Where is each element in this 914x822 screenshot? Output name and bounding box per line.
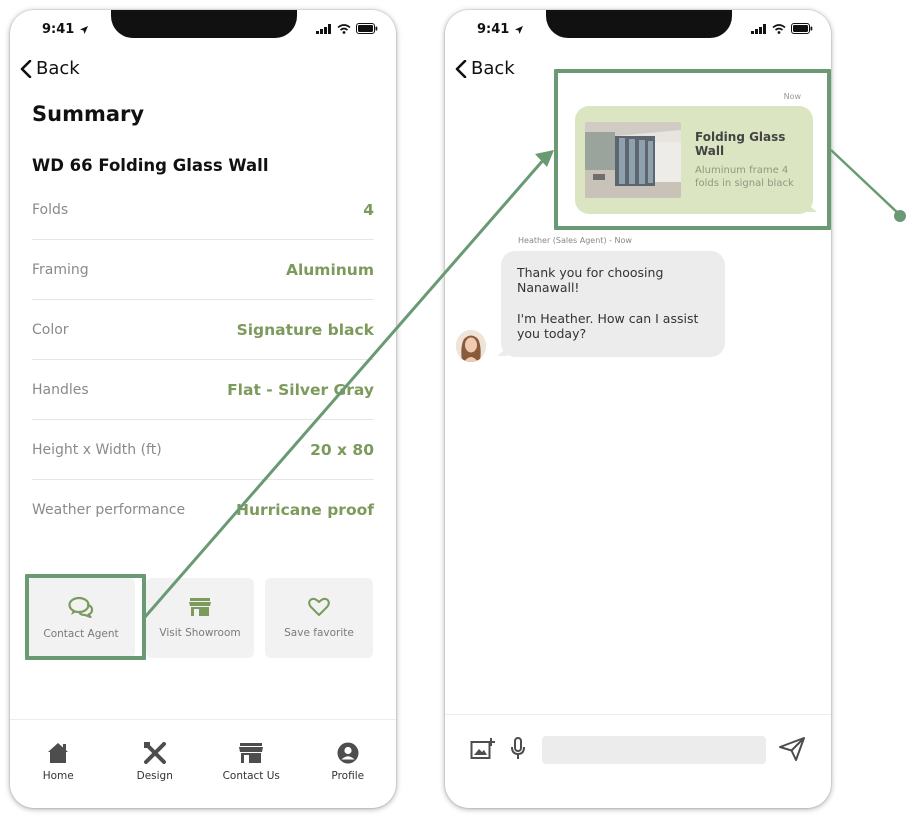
battery-icon [791, 23, 813, 34]
location-arrow-icon [515, 25, 524, 34]
heart-icon [308, 597, 330, 616]
add-image-icon[interactable] [470, 737, 496, 761]
tab-label: Contact Us [222, 770, 280, 782]
wifi-icon [337, 23, 351, 34]
action-label: Visit Showroom [159, 627, 241, 639]
notch [111, 10, 297, 38]
notch [546, 10, 732, 38]
send-icon[interactable] [779, 737, 805, 761]
message-timestamp: Now [783, 92, 801, 101]
signal-icon [316, 23, 331, 34]
spec-label: Folds [32, 201, 69, 218]
agent-message-bubble: Thank you for choosing Nanawall! I'm Hea… [501, 251, 725, 357]
tab-bar: Home Design Contact Us Profile [10, 719, 396, 808]
tab-label: Home [42, 770, 74, 782]
product-name: WD 66 Folding Glass Wall [32, 156, 269, 175]
bubble-tail [497, 348, 507, 356]
storefront-icon [239, 743, 264, 763]
spec-label: Framing [32, 261, 89, 278]
product-message-description: Aluminum frame 4 folds in signal black [695, 165, 794, 189]
save-favorite-button[interactable]: Save favorite [265, 578, 373, 658]
spec-label: Color [32, 321, 69, 338]
tab-home[interactable]: Home [18, 742, 98, 808]
back-label: Back [36, 58, 80, 79]
product-message-bubble[interactable]: Folding Glass Wall Aluminum frame 4 fold… [575, 106, 813, 214]
product-message-title: Folding Glass Wall [695, 130, 786, 158]
microphone-icon[interactable] [510, 737, 526, 761]
spec-row-weather: Weather performance Hurricane proof [32, 480, 374, 540]
profile-icon [337, 742, 359, 764]
folding-glass-wall-image [585, 122, 681, 198]
chat-screen: 9:41 Back Now Folding Glass Wall Aluminu… [445, 10, 831, 808]
contact-agent-button[interactable]: Contact Agent [27, 578, 135, 658]
back-label: Back [471, 58, 515, 79]
agent-message-line: I'm Heather. How can I assist you today? [517, 311, 699, 341]
status-icons [751, 23, 813, 34]
status-time: 9:41 [477, 22, 524, 37]
spec-row-color: Color Signature black [32, 300, 374, 360]
message-input[interactable] [542, 736, 766, 764]
action-label: Save favorite [284, 627, 354, 639]
message-composer [445, 714, 831, 808]
spec-label: Height x Width (ft) [32, 441, 162, 458]
tab-design[interactable]: Design [115, 742, 195, 808]
chevron-left-icon [20, 59, 32, 78]
spec-value: Flat - Silver Gray [227, 380, 374, 399]
agent-message-line: Thank you for choosing Nanawall! [517, 265, 664, 295]
callout-dot [894, 210, 906, 222]
home-icon [48, 743, 69, 763]
status-time-text: 9:41 [477, 22, 510, 37]
tab-label: Profile [331, 770, 365, 782]
location-arrow-icon [80, 25, 89, 34]
status-time: 9:41 [42, 22, 89, 37]
back-button[interactable]: Back [20, 58, 80, 79]
spec-value: Hurricane proof [236, 501, 374, 519]
back-button[interactable]: Back [455, 58, 515, 79]
agent-avatar [456, 330, 486, 362]
spec-row-handles: Handles Flat - Silver Gray [32, 360, 374, 420]
avatar-photo [456, 330, 486, 362]
spec-value: Signature black [236, 320, 374, 339]
storefront-icon [189, 598, 211, 616]
callout-line [830, 149, 901, 216]
chevron-left-icon [455, 59, 467, 78]
tab-contact-us[interactable]: Contact Us [211, 742, 291, 808]
visit-showroom-button[interactable]: Visit Showroom [146, 578, 254, 658]
spec-value: Aluminum [285, 260, 374, 279]
bubble-tail [807, 204, 817, 212]
battery-icon [356, 23, 378, 34]
spec-row-framing: Framing Aluminum [32, 240, 374, 300]
action-label: Contact Agent [43, 628, 119, 640]
page-title: Summary [32, 102, 145, 126]
agent-meta: Heather (Sales Agent) - Now [518, 236, 632, 245]
chat-bubbles-icon [68, 596, 94, 618]
product-thumbnail [585, 122, 681, 198]
spec-list: Folds 4 Framing Aluminum Color Signature… [32, 180, 374, 540]
product-message-text: Folding Glass Wall Aluminum frame 4 fold… [695, 130, 803, 190]
design-tools-icon [143, 742, 166, 764]
spec-label: Weather performance [32, 502, 186, 518]
spec-label: Handles [32, 381, 89, 398]
tab-label: Design [136, 770, 173, 782]
summary-screen: 9:41 Back Summary WD 66 Folding Glass Wa… [10, 10, 396, 808]
spec-row-folds: Folds 4 [32, 180, 374, 240]
wifi-icon [772, 23, 786, 34]
status-time-text: 9:41 [42, 22, 75, 37]
signal-icon [751, 23, 766, 34]
spec-value: 20 x 80 [310, 440, 374, 459]
status-icons [316, 23, 378, 34]
spec-value: 4 [363, 200, 374, 219]
spec-row-dimensions: Height x Width (ft) 20 x 80 [32, 420, 374, 480]
tab-profile[interactable]: Profile [308, 742, 388, 808]
